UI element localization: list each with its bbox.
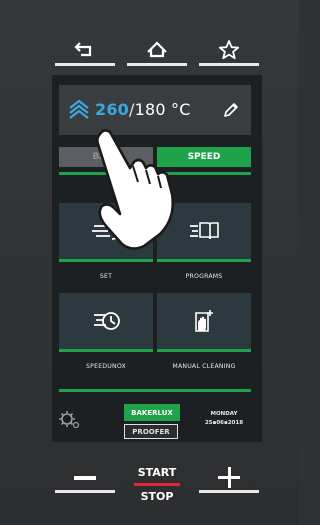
favorites-button[interactable]	[196, 30, 262, 70]
cleaning-hand-icon	[195, 310, 213, 332]
start-label: START	[137, 466, 177, 479]
increase-button[interactable]	[196, 462, 262, 502]
stop-label: STOP	[140, 490, 174, 503]
day-label: MONDAY	[210, 411, 238, 417]
tile-programs-label: PROGRAMS	[185, 273, 223, 280]
tile-manual-cleaning-label: MANUAL CLEANING	[172, 363, 236, 370]
decrease-underline	[55, 490, 115, 493]
tile-manual-cleaning-indicator	[157, 349, 251, 352]
start-indicator	[134, 483, 180, 486]
plus-icon-vertical	[227, 467, 231, 488]
back-button[interactable]	[52, 30, 118, 70]
minus-icon	[74, 476, 96, 480]
increase-underline	[199, 490, 259, 493]
proofer-badge[interactable]: PROOFER	[124, 424, 178, 439]
edit-temperature-button[interactable]	[211, 85, 251, 135]
temperature-target: 180 °C	[134, 100, 191, 119]
decrease-button[interactable]	[52, 462, 118, 502]
tile-programs-indicator	[157, 259, 251, 262]
tile-speedunox-indicator	[59, 349, 153, 352]
back-arrow-icon	[74, 42, 92, 57]
star-icon	[218, 40, 240, 60]
pointing-hand-icon	[96, 129, 175, 250]
top-navigation	[52, 30, 262, 70]
tile-set-indicator	[59, 259, 153, 262]
tile-speedunox[interactable]	[59, 293, 153, 349]
home-icon	[147, 41, 167, 58]
speed-chevrons-icon	[69, 99, 89, 119]
oven-control-panel: 260/180 °C BAKE SPEED SET	[0, 0, 298, 525]
home-button[interactable]	[124, 30, 190, 70]
temperature-readout: 260/180 °C	[95, 100, 191, 119]
speed-clock-icon	[94, 312, 120, 330]
settings-gear-icon[interactable]	[58, 407, 80, 429]
tile-manual-cleaning[interactable]	[157, 293, 251, 349]
divider-line-bottom	[59, 389, 251, 392]
start-stop-button[interactable]: START STOP	[122, 462, 192, 510]
tile-speedunox-label: SPEEDUNOX	[86, 363, 126, 370]
tile-set-label: SET	[99, 273, 113, 280]
bakerlux-badge[interactable]: BAKERLUX	[124, 404, 180, 421]
bottom-controls: START STOP	[52, 462, 262, 510]
pencil-icon	[224, 103, 238, 117]
book-icon	[190, 222, 219, 240]
temperature-setpoint: 260	[95, 100, 129, 119]
date-label: 25▪06▪2018	[204, 420, 244, 426]
